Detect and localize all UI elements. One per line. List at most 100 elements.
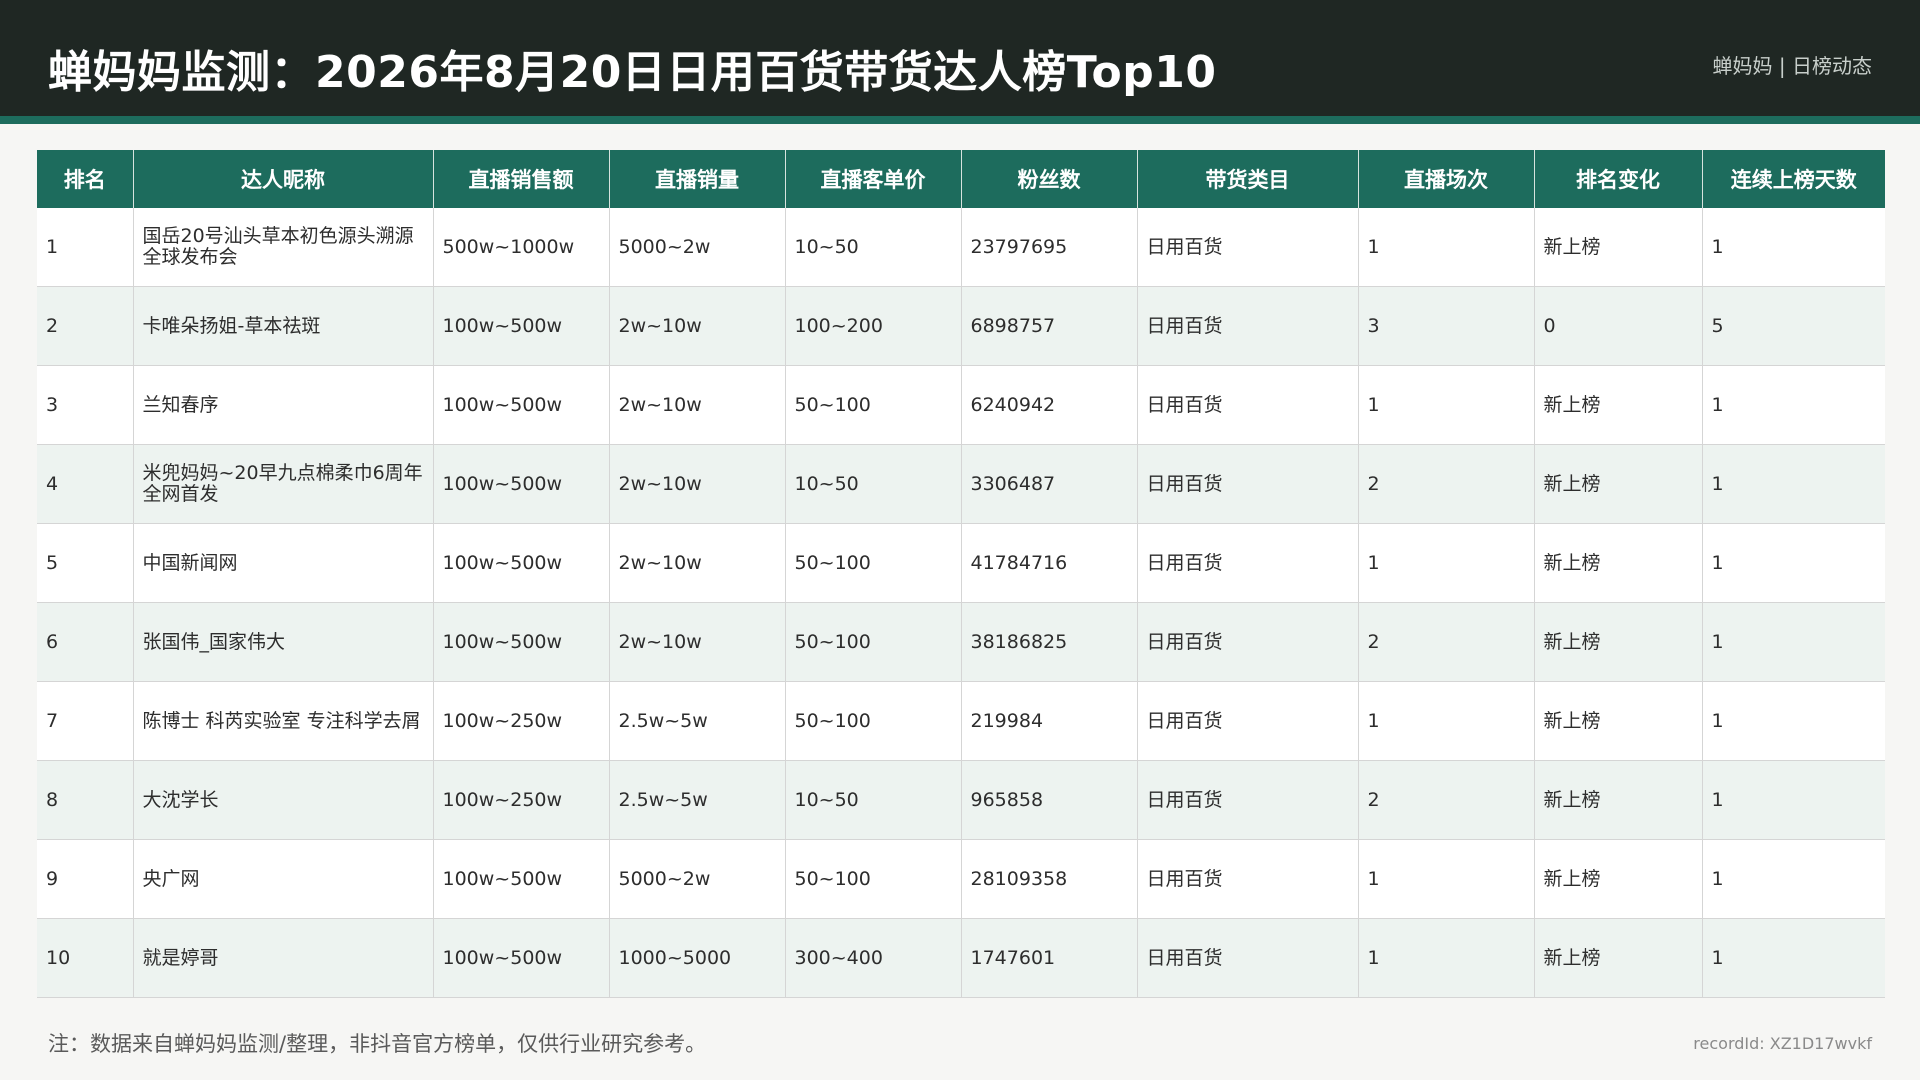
column-header-nickname: 达人昵称	[133, 150, 434, 208]
live-sales-volume-cell: 2.5w~5w	[609, 681, 786, 761]
page-title: 蝉妈妈监测：2026年8月20日日用百货带货达人榜Top10	[48, 47, 1217, 98]
rank-change-cell: 新上榜	[1534, 918, 1703, 998]
nickname-cell: 米兜妈妈~20早九点棉柔巾6周年全网首发	[133, 444, 434, 524]
avg-order-price-cell: 10~50	[785, 760, 962, 840]
category-cell: 日用百货	[1137, 286, 1359, 366]
live-sales-volume-cell: 5000~2w	[609, 839, 786, 919]
consecutive-days-cell: 1	[1702, 208, 1885, 287]
category-cell: 日用百货	[1137, 760, 1359, 840]
rank-cell: 9	[37, 839, 134, 919]
live-sales-volume-cell: 2.5w~5w	[609, 760, 786, 840]
avg-order-price-cell: 50~100	[785, 839, 962, 919]
rank-change-cell: 新上榜	[1534, 839, 1703, 919]
rank-cell: 4	[37, 444, 134, 524]
live-sales-volume-cell: 2w~10w	[609, 602, 786, 682]
live-sales-amount-cell: 100w~500w	[433, 444, 610, 524]
followers-cell: 41784716	[961, 523, 1138, 603]
nickname-cell: 陈博士 科芮实验室 专注科学去屑	[133, 681, 434, 761]
consecutive-days-cell: 1	[1702, 523, 1885, 603]
live-sessions-cell: 1	[1358, 681, 1535, 761]
column-header-live-sales-volume: 直播销量	[609, 150, 786, 208]
live-sessions-cell: 1	[1358, 208, 1535, 287]
category-cell: 日用百货	[1137, 681, 1359, 761]
rank-change-cell: 新上榜	[1534, 444, 1703, 524]
live-sales-amount-cell: 100w~250w	[433, 681, 610, 761]
header-accent-stripe	[0, 116, 1920, 124]
followers-cell: 6898757	[961, 286, 1138, 366]
live-sales-volume-cell: 2w~10w	[609, 365, 786, 445]
live-sales-amount-cell: 100w~500w	[433, 365, 610, 445]
table-row: 10 就是婷哥 100w~500w 1000~5000 300~400 1747601 日用…	[37, 918, 1885, 998]
consecutive-days-cell: 1	[1702, 918, 1885, 998]
live-sessions-cell: 1	[1358, 523, 1535, 603]
nickname-cell: 兰知春序	[133, 365, 434, 445]
rank-cell: 6	[37, 602, 134, 682]
rank-cell: 5	[37, 523, 134, 603]
live-sales-amount-cell: 100w~500w	[433, 918, 610, 998]
consecutive-days-cell: 5	[1702, 286, 1885, 366]
rank-change-cell: 0	[1534, 286, 1703, 366]
table-body: 1 国岳20号汕头草本初色源头溯源全球发布会 500w~1000w 5000~2w 10…	[37, 208, 1885, 998]
rank-cell: 7	[37, 681, 134, 761]
live-sessions-cell: 2	[1358, 444, 1535, 524]
avg-order-price-cell: 50~100	[785, 365, 962, 445]
followers-cell: 6240942	[961, 365, 1138, 445]
rank-cell: 1	[37, 208, 134, 287]
rank-cell: 3	[37, 365, 134, 445]
followers-cell: 965858	[961, 760, 1138, 840]
category-cell: 日用百货	[1137, 839, 1359, 919]
nickname-cell: 就是婷哥	[133, 918, 434, 998]
followers-cell: 23797695	[961, 208, 1138, 287]
nickname-cell: 张国伟_国家伟大	[133, 602, 434, 682]
table-row: 5 中国新闻网 100w~500w 2w~10w 50~100 41784716 日用百货 1…	[37, 523, 1885, 603]
rank-change-cell: 新上榜	[1534, 208, 1703, 287]
table-row: 3 兰知春序 100w~500w 2w~10w 50~100 6240942 日用百货 1 新上…	[37, 365, 1885, 445]
rank-cell: 2	[37, 286, 134, 366]
live-sessions-cell: 1	[1358, 918, 1535, 998]
followers-cell: 219984	[961, 681, 1138, 761]
brand-label: 蝉妈妈 | 日榜动态	[1712, 54, 1872, 78]
table-row: 7 陈博士 科芮实验室 专注科学去屑 100w~250w 2.5w~5w 50~100 2…	[37, 681, 1885, 761]
column-header-followers: 粉丝数	[961, 150, 1138, 208]
table-row: 6 张国伟_国家伟大 100w~500w 2w~10w 50~100 38186825 日用…	[37, 602, 1885, 682]
live-sales-amount-cell: 100w~250w	[433, 760, 610, 840]
rank-change-cell: 新上榜	[1534, 365, 1703, 445]
column-header-rank: 排名	[37, 150, 134, 208]
rank-change-cell: 新上榜	[1534, 602, 1703, 682]
consecutive-days-cell: 1	[1702, 365, 1885, 445]
avg-order-price-cell: 50~100	[785, 681, 962, 761]
ranking-table: 排名 达人昵称 直播销售额 直播销量 直播客单价 粉丝数 带货类目 直播场次 排…	[37, 150, 1885, 998]
category-cell: 日用百货	[1137, 602, 1359, 682]
live-sales-volume-cell: 5000~2w	[609, 208, 786, 287]
avg-order-price-cell: 100~200	[785, 286, 962, 366]
live-sessions-cell: 3	[1358, 286, 1535, 366]
avg-order-price-cell: 10~50	[785, 208, 962, 287]
rank-change-cell: 新上榜	[1534, 760, 1703, 840]
table-row: 8 大沈学长 100w~250w 2.5w~5w 10~50 965858 日用百货 2 新上榜…	[37, 760, 1885, 840]
ranking-table-container: 排名 达人昵称 直播销售额 直播销量 直播客单价 粉丝数 带货类目 直播场次 排…	[37, 150, 1885, 998]
live-sales-amount-cell: 100w~500w	[433, 523, 610, 603]
avg-order-price-cell: 10~50	[785, 444, 962, 524]
live-sessions-cell: 1	[1358, 365, 1535, 445]
nickname-cell: 央广网	[133, 839, 434, 919]
column-header-avg-order-price: 直播客单价	[785, 150, 962, 208]
followers-cell: 28109358	[961, 839, 1138, 919]
rank-cell: 8	[37, 760, 134, 840]
record-id: recordId: XZ1D17wvkf	[1693, 1034, 1872, 1053]
column-header-live-sales-amount: 直播销售额	[433, 150, 610, 208]
nickname-cell: 中国新闻网	[133, 523, 434, 603]
table-row: 2 卡唯朵扬姐-草本祛斑 100w~500w 2w~10w 100~200 6898757…	[37, 286, 1885, 366]
column-header-live-sessions: 直播场次	[1358, 150, 1535, 208]
category-cell: 日用百货	[1137, 523, 1359, 603]
live-sales-amount-cell: 500w~1000w	[433, 208, 610, 287]
live-sales-volume-cell: 2w~10w	[609, 286, 786, 366]
consecutive-days-cell: 1	[1702, 839, 1885, 919]
category-cell: 日用百货	[1137, 365, 1359, 445]
table-row: 9 央广网 100w~500w 5000~2w 50~100 28109358 日用百货 1 新…	[37, 839, 1885, 919]
live-sessions-cell: 2	[1358, 602, 1535, 682]
nickname-cell: 国岳20号汕头草本初色源头溯源全球发布会	[133, 208, 434, 287]
category-cell: 日用百货	[1137, 918, 1359, 998]
avg-order-price-cell: 50~100	[785, 523, 962, 603]
consecutive-days-cell: 1	[1702, 602, 1885, 682]
nickname-cell: 卡唯朵扬姐-草本祛斑	[133, 286, 434, 366]
